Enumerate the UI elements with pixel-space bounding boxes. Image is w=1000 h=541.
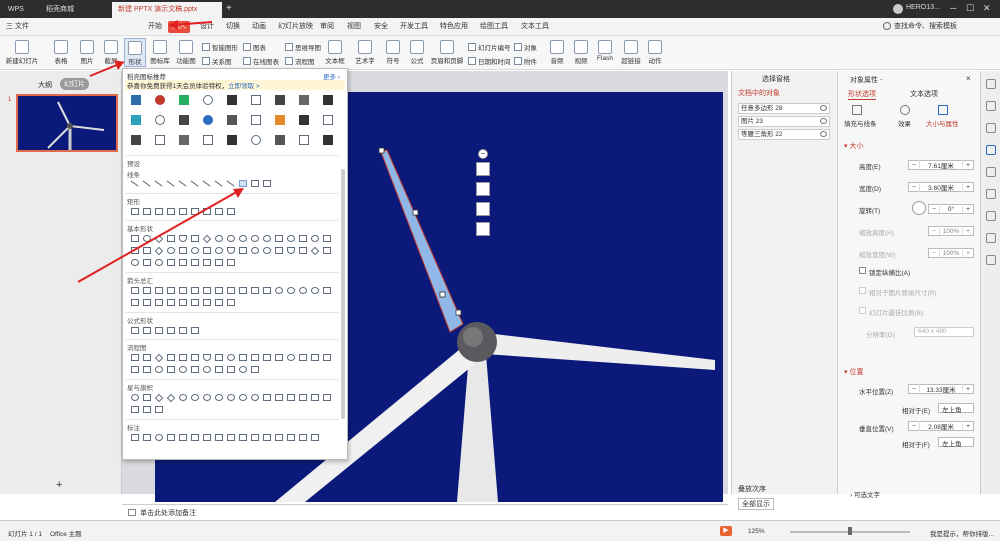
selection-pane: 选择窗格 文档中的对象 任意多边形 28 图片 23 等腰三角形 22 叠放次序… [731,71,837,510]
size-property-icon [938,105,948,115]
horizontal-position-label: 水平位置(Z) [859,389,894,396]
object-picture[interactable]: 图片 23 [738,116,830,127]
increment-icon[interactable]: + [963,423,973,430]
increment-icon[interactable]: + [963,184,973,191]
selection-pane-title: 选择窗格 [762,76,790,83]
optional-text-section[interactable]: › 可选文字 [850,489,880,499]
fill-bucket-icon[interactable] [986,123,996,133]
object-freeform[interactable]: 任意多边形 28 [738,103,830,114]
decrement-icon[interactable]: − [929,250,939,257]
slide-counter: 幻灯片 1 / 1 [8,531,42,538]
increment-icon[interactable]: + [963,250,973,257]
theme-name: Office 主题 [50,531,82,538]
increment-icon[interactable]: + [963,228,973,235]
resolution-select[interactable]: 640 x 480 [914,327,974,337]
tab-shape-options[interactable]: 形状选项 [848,89,876,100]
horizontal-relative-label: 相对于(E) [902,408,931,415]
effect-icon [900,105,910,115]
resolution-label: 分辨率(O) [866,332,895,339]
star-icon[interactable] [986,211,996,221]
annotation-arrow-freeform [77,189,241,283]
status-tip: 我是提示，帮你排版... [930,531,994,538]
width-stepper[interactable]: −3.60厘米 + [908,182,974,192]
vertical-relative-select[interactable]: 左上角 [938,437,974,448]
zoom-level[interactable]: 125% [748,528,765,535]
pane-close-icon[interactable]: × [966,74,971,83]
animation-icon[interactable] [986,189,996,199]
vertical-relative-label: 相对于(F) [902,442,930,449]
right-toolbar [980,71,1000,494]
annotation-arrowhead [168,20,178,30]
horizontal-position-stepper[interactable]: −13.33厘米 + [908,384,974,394]
selection-pane-subtitle: 文档中的对象 [738,90,780,97]
object-properties-pane: 对象属性 - × 形状选项 文本选项 填充与线条 效果 大小与属性 ▾ 大小 高… [837,71,980,499]
decrement-icon[interactable]: − [909,386,919,393]
subtab-fill-line[interactable]: 填充与线条 [844,118,877,128]
increment-icon[interactable]: + [963,206,973,213]
rotation-stepper[interactable]: −0° + [928,204,974,214]
layout-icon[interactable] [986,167,996,177]
play-slideshow-icon[interactable]: ▶ [720,526,732,536]
lock-ratio-label: 锁定纵横比(A) [869,270,911,277]
horizontal-relative-select[interactable]: 左上角 [938,403,974,414]
width-label: 宽度(D) [859,186,882,193]
size-section-header[interactable]: ▾ 大小 [844,141,863,151]
best-scale-checkbox[interactable] [859,307,866,314]
decrement-icon[interactable]: − [909,162,919,169]
properties-title: 对象属性 - [850,77,883,84]
vertical-position-label: 垂直位置(V) [859,426,894,433]
increment-icon[interactable]: + [963,386,973,393]
lock-ratio-checkbox[interactable] [859,267,866,274]
fill-line-icon [852,105,862,115]
visibility-eye-icon[interactable] [820,118,827,124]
height-label: 高度(E) [859,164,881,171]
relative-original-label: 相对于图片原始尺寸(R) [869,290,937,297]
decrement-icon[interactable]: − [929,228,939,235]
stacking-order-label: 叠放次序 [738,486,766,493]
scale-height-stepper[interactable]: −100% + [928,226,974,236]
collapse-pane-icon[interactable] [986,79,996,89]
visibility-eye-icon[interactable] [820,105,827,111]
decrement-icon[interactable]: − [909,184,919,191]
template-icon[interactable] [986,233,996,243]
visibility-eye-icon[interactable] [820,131,827,137]
rotation-label: 旋转(T) [859,208,881,215]
relative-original-checkbox[interactable] [859,287,866,294]
notes-placeholder: 单击此处添加备注 [140,510,196,517]
zoom-slider-handle[interactable] [848,527,852,535]
properties-icon[interactable] [986,145,996,155]
scale-width-label: 缩放宽度(W) [859,252,896,259]
status-bar: 幻灯片 1 / 1 Office 主题 ▶ 125% 我是提示，帮你排版... [0,520,1000,541]
object-triangle[interactable]: 等腰三角形 22 [738,129,830,140]
vertical-position-stepper[interactable]: −2.08厘米 + [908,421,974,431]
best-scale-label: 幻灯片最佳比例(B) [869,310,924,317]
decrement-icon[interactable]: − [909,423,919,430]
subtab-size-property[interactable]: 大小与属性 [926,118,959,128]
notes-area[interactable]: 单击此处添加备注 [122,504,728,520]
decrement-icon[interactable]: − [929,206,939,213]
scale-height-label: 缩放高度(H) [859,230,895,237]
show-all-button[interactable]: 全部显示 [738,498,774,510]
share-icon[interactable] [986,255,996,265]
scale-width-stepper[interactable]: −100% + [928,248,974,258]
increment-icon[interactable]: + [963,162,973,169]
tab-text-options[interactable]: 文本选项 [910,89,938,99]
select-icon[interactable] [986,101,996,111]
rotation-dial-icon[interactable] [912,201,926,215]
height-stepper[interactable]: −7.61厘米 + [908,160,974,170]
notes-icon [128,509,136,516]
position-section-header[interactable]: ▾ 位置 [844,367,863,377]
subtab-effect[interactable]: 效果 [898,118,911,128]
